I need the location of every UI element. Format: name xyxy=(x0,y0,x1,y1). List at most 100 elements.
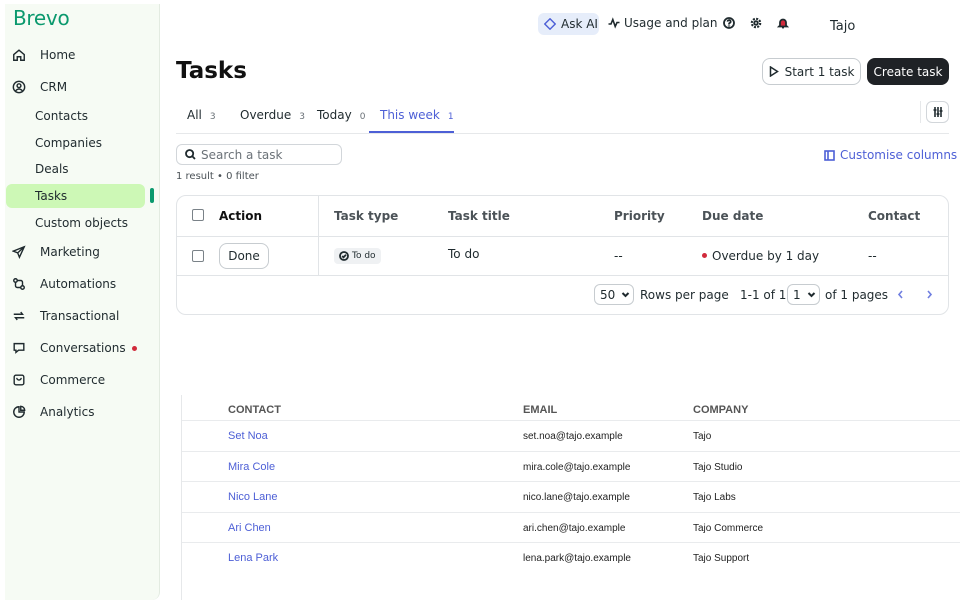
customise-columns-link[interactable]: Customise columns xyxy=(824,148,957,162)
task-type-badge: To do xyxy=(334,248,381,264)
user-circle-icon xyxy=(12,80,26,94)
overdue-dot xyxy=(702,253,707,258)
row-divider xyxy=(177,236,948,237)
home-icon xyxy=(12,48,26,62)
sparkle-icon xyxy=(544,18,556,30)
chevron-down-icon xyxy=(807,292,815,298)
contact-name[interactable]: Set Noa xyxy=(228,430,268,442)
sidebar-item-label: Transactional xyxy=(40,309,120,323)
contact-email: mira.cole@tajo.example xyxy=(523,462,631,473)
pulse-icon xyxy=(608,17,620,29)
column-header-task-type[interactable]: Task type xyxy=(334,209,398,223)
tab-overdue[interactable]: Overdue 3 xyxy=(240,108,305,122)
create-task-button[interactable]: Create task xyxy=(867,58,949,85)
tab-count: 1 xyxy=(447,112,454,122)
contact-company: Tajo Labs xyxy=(693,492,736,503)
contact-name[interactable]: Ari Chen xyxy=(228,522,271,534)
column-header-contact[interactable]: Contact xyxy=(868,209,920,223)
usage-and-plan-link[interactable]: Usage and plan xyxy=(608,16,718,30)
tab-count: 3 xyxy=(299,112,305,122)
task-priority: -- xyxy=(614,249,623,263)
chevron-down-icon xyxy=(622,292,630,298)
column-header-priority[interactable]: Priority xyxy=(614,209,665,223)
check-circle-icon xyxy=(339,251,349,261)
automation-icon xyxy=(12,277,26,291)
search-icon xyxy=(185,149,196,160)
task-title[interactable]: To do xyxy=(448,247,479,261)
active-indicator xyxy=(150,188,154,203)
column-header-company: COMPANY xyxy=(693,404,749,416)
row-checkbox[interactable] xyxy=(192,250,204,262)
active-item-highlight xyxy=(6,184,145,208)
search-input[interactable] xyxy=(201,147,336,162)
sidebar-item-label: CRM xyxy=(40,80,68,94)
result-info: 1 result • 0 filter xyxy=(176,171,259,182)
ask-ai-button[interactable]: Ask AI xyxy=(538,13,599,35)
sidebar-subitem-contacts[interactable]: Contacts xyxy=(35,109,88,123)
sliders-icon xyxy=(933,107,942,117)
sidebar-subitem-companies[interactable]: Companies xyxy=(35,136,102,150)
chevron-left-icon[interactable] xyxy=(896,289,905,300)
active-tab-underline xyxy=(369,131,454,133)
column-header-due-date[interactable]: Due date xyxy=(702,209,763,223)
row-divider xyxy=(182,420,960,421)
tab-label: This week xyxy=(380,108,440,122)
contact-email: nico.lane@tajo.example xyxy=(523,492,630,503)
rows-per-page-select[interactable]: 50 xyxy=(594,284,634,305)
play-icon xyxy=(769,66,779,77)
contact-email: ari.chen@tajo.example xyxy=(523,523,626,534)
contact-company: Tajo Studio xyxy=(693,462,743,473)
sidebar-subitem-tasks[interactable]: Tasks xyxy=(35,189,67,203)
page-select[interactable]: 1 xyxy=(787,284,820,305)
sidebar-subitem-custom-objects[interactable]: Custom objects xyxy=(35,216,128,230)
column-header-task-title[interactable]: Task title xyxy=(448,209,510,223)
column-divider xyxy=(318,196,319,275)
send-icon xyxy=(12,245,26,259)
search-box[interactable] xyxy=(176,144,342,165)
user-menu[interactable]: Tajo xyxy=(830,19,855,34)
row-divider xyxy=(182,451,960,452)
tab-label: All xyxy=(187,108,202,122)
pages-label: of 1 pages xyxy=(825,288,889,302)
tab-this-week[interactable]: This week 1 xyxy=(380,108,454,122)
bell-icon[interactable] xyxy=(776,17,790,29)
sidebar-item-label: Home xyxy=(40,48,76,62)
tab-count: 0 xyxy=(359,112,366,122)
contact-name[interactable]: Mira Cole xyxy=(228,461,275,473)
row-divider xyxy=(182,481,960,482)
contact-email: set.noa@tajo.example xyxy=(523,431,623,442)
rows-per-page-value: 50 xyxy=(600,287,616,302)
rows-per-page-label: Rows per page xyxy=(640,288,729,302)
chevron-right-icon[interactable] xyxy=(925,289,934,300)
select-all-checkbox[interactable] xyxy=(192,209,204,221)
start-task-label: Start 1 task xyxy=(784,64,855,79)
pie-chart-icon xyxy=(12,405,26,419)
contact-name[interactable]: Nico Lane xyxy=(228,491,278,503)
sidebar-item-commerce[interactable]: Commerce xyxy=(6,368,954,392)
tab-label: Today xyxy=(317,108,352,122)
brand-logo[interactable]: Brevo xyxy=(13,6,70,30)
sidebar-item-label: Automations xyxy=(40,277,117,291)
start-task-button[interactable]: Start 1 task xyxy=(762,58,861,85)
gear-icon[interactable] xyxy=(750,17,762,29)
contact-name[interactable]: Lena Park xyxy=(228,552,278,564)
column-settings-button[interactable] xyxy=(926,101,949,123)
tab-all[interactable]: All 3 xyxy=(187,108,216,122)
task-due-date: Overdue by 1 day xyxy=(712,249,820,263)
sidebar-item-conversations[interactable]: Conversations xyxy=(6,336,954,360)
ask-ai-label: Ask AI xyxy=(561,17,598,31)
tab-label: Overdue xyxy=(240,108,292,122)
sidebar-item-label: Conversations xyxy=(40,341,126,355)
sidebar-item-label: Commerce xyxy=(40,373,106,387)
contact-company: Tajo Support xyxy=(693,553,750,564)
help-icon[interactable] xyxy=(723,17,735,29)
task-contact: -- xyxy=(868,249,877,263)
pagination-range: 1-1 of 1 xyxy=(740,288,787,302)
task-type-label: To do xyxy=(352,251,376,261)
column-header-action[interactable]: Action xyxy=(219,209,262,223)
done-button[interactable]: Done xyxy=(219,243,269,269)
row-divider xyxy=(182,542,960,543)
tab-today[interactable]: Today 0 xyxy=(317,108,365,122)
sidebar-subitem-deals[interactable]: Deals xyxy=(35,162,69,176)
columns-icon xyxy=(824,149,835,161)
